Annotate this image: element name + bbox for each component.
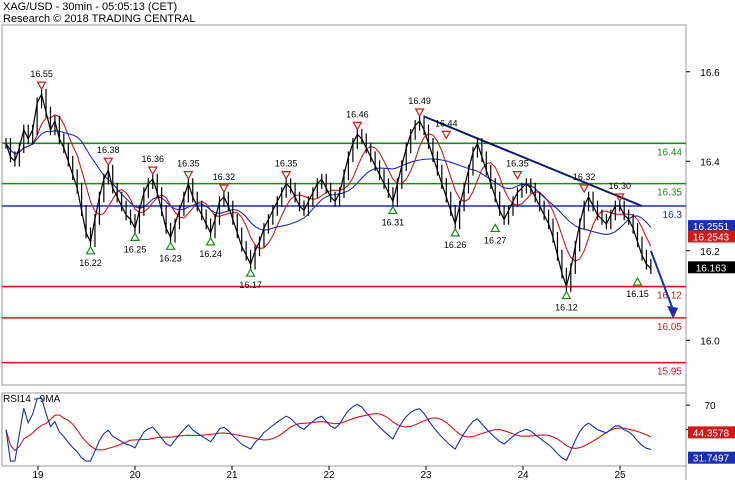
x-tick-label: 19 (32, 470, 44, 480)
pivot-low-label: 16.27 (484, 235, 507, 245)
x-tick-label: 25 (614, 470, 626, 480)
pivot-low-marker (129, 232, 141, 241)
price-y-tick-label: 16.4 (700, 157, 720, 168)
pivot-low-marker (387, 205, 398, 215)
pivot-low-marker (205, 236, 216, 246)
pivot-low-marker (450, 227, 461, 237)
pivot-low-label: 16.26 (444, 240, 467, 250)
price-y-tick-label: 16.2 (700, 247, 720, 258)
pivot-high-label: 16.36 (141, 154, 164, 164)
pivot-low-marker (245, 267, 256, 277)
x-tick-label: 20 (129, 470, 141, 480)
pivot-high-marker (352, 121, 363, 131)
pivot-low-marker (490, 223, 501, 233)
pivot-high-label: 16.44 (435, 118, 458, 128)
forecast-arrow-head (667, 305, 679, 319)
price-panel-frame (1, 24, 687, 386)
x-tick-label: 21 (226, 470, 238, 480)
price-bars (5, 88, 652, 292)
rsi-ma-line (5, 413, 652, 452)
pivot-high-marker (183, 171, 194, 180)
rsi-tag-label: 44.3578 (693, 428, 730, 439)
pivot-high-label: 16.55 (30, 69, 53, 79)
pivot-low-label: 16.22 (79, 258, 102, 268)
pivot-high-marker (441, 130, 452, 140)
pivot-high-marker (36, 81, 47, 91)
rsi-tag-label: 31.7497 (693, 454, 730, 465)
pivot-low-label: 16.23 (159, 253, 182, 263)
rsi-line (5, 397, 652, 462)
level-label: 16.35 (657, 188, 682, 199)
pivot-low-label: 16.17 (239, 280, 262, 290)
pivot-high-marker (414, 108, 425, 118)
pivot-low-label: 16.31 (382, 218, 405, 228)
pivot-low-marker (85, 245, 96, 255)
pivot-high-marker (218, 184, 229, 194)
price-line (5, 92, 652, 289)
pivot-high-label: 16.35 (275, 159, 298, 169)
pivot-high-label: 16.46 (346, 109, 369, 119)
level-label: 16.3 (663, 210, 683, 221)
price-y-tick-label: 16.0 (700, 336, 720, 347)
pivot-high-marker (281, 171, 292, 180)
ma-fast-line (5, 114, 652, 262)
pivot-low-label: 16.12 (555, 303, 578, 313)
pivot-low-label: 16.15 (626, 289, 649, 299)
price-tag-label: 16.163 (696, 263, 727, 274)
pivot-high-label: 16.35 (506, 159, 529, 169)
level-label: 16.44 (657, 147, 682, 158)
pivot-low-label: 16.25 (124, 244, 147, 254)
pivot-low-marker (165, 241, 176, 250)
rsi-title: RSI14 - 9MA (3, 394, 61, 405)
pivot-low-marker (561, 290, 572, 300)
price-y-tick-label: 16.6 (700, 68, 720, 79)
pivot-high-label: 16.32 (213, 172, 236, 182)
pivot-high-marker (579, 184, 590, 194)
pivot-high-label: 16.35 (177, 159, 200, 169)
price-tag-label: 16.2543 (693, 232, 730, 243)
x-tick-label: 24 (517, 470, 529, 480)
pivot-low-label: 16.24 (199, 249, 222, 259)
x-tick-label: 23 (420, 470, 432, 480)
pivot-high-label: 16.49 (408, 96, 431, 106)
level-label: 15.95 (657, 367, 682, 378)
pivot-high-marker (512, 171, 523, 180)
level-label: 16.05 (657, 322, 682, 333)
pivot-high-label: 16.38 (97, 145, 120, 155)
x-tick-label: 22 (323, 470, 335, 480)
pivot-high-marker (103, 157, 114, 167)
pivot-high-label: 16.30 (608, 181, 631, 191)
rsi-y-tick-label: 70 (704, 401, 716, 412)
pivot-low-marker (632, 276, 643, 286)
pivot-high-marker (147, 166, 158, 176)
pivot-high-label: 16.32 (573, 172, 596, 182)
rsi-panel-frame (1, 392, 687, 467)
price-chart: 16.6 16.4 16.2 16.0 16.44 16.35 16.3 16.12 16.05… (1, 24, 735, 480)
